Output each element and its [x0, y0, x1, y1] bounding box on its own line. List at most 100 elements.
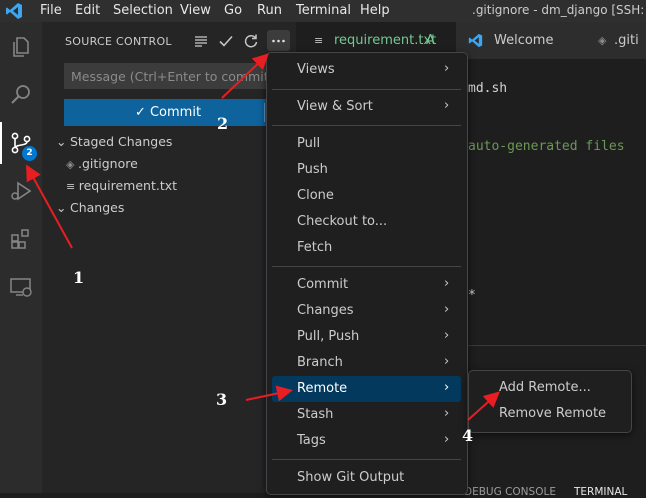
- remote-submenu: Add Remote... Remove Remote: [468, 370, 632, 433]
- source-control-panel: SOURCE CONTROL ✓ Commit ⌄Staged Changes …: [42, 22, 296, 493]
- chevron-right-icon: ›: [444, 380, 450, 395]
- staged-file-requirement[interactable]: ≡ requirement.txt: [66, 178, 177, 198]
- menu-item-label: Push: [297, 162, 328, 177]
- code-line: *: [468, 288, 476, 303]
- menu-item-views[interactable]: Views ›: [272, 57, 461, 83]
- menu-help[interactable]: Help: [360, 3, 390, 18]
- menu-item-label: Checkout to...: [297, 214, 388, 229]
- menu-go[interactable]: Go: [224, 3, 242, 18]
- chevron-right-icon: ›: [444, 302, 450, 317]
- commit-button-divider: [264, 103, 265, 122]
- remote-explorer-icon: [10, 278, 32, 297]
- menu-item-label: Pull: [297, 136, 321, 151]
- chevron-down-icon: ⌄: [56, 200, 67, 215]
- chevron-right-icon: ›: [444, 98, 450, 113]
- view-as-list-icon[interactable]: [192, 32, 210, 50]
- menu-item-checkout[interactable]: Checkout to...: [272, 209, 461, 235]
- tab-label: .giti: [614, 33, 639, 48]
- search-button[interactable]: [0, 74, 42, 116]
- submenu-item-add-remote[interactable]: Add Remote...: [474, 376, 624, 400]
- menu-separator: [272, 89, 461, 90]
- menu-item-branch[interactable]: Branch ›: [272, 350, 461, 376]
- menu-item-label: Add Remote...: [499, 380, 591, 395]
- tab-terminal[interactable]: TERMINAL: [574, 486, 627, 498]
- run-debug-button[interactable]: [0, 170, 42, 212]
- tab-welcome[interactable]: Welcome: [456, 22, 586, 59]
- menu-item-commit[interactable]: Commit ›: [272, 272, 461, 298]
- menu-item-remote[interactable]: Remote ›: [272, 376, 461, 402]
- menu-separator: [272, 459, 461, 460]
- vscode-logo-icon: [6, 3, 22, 19]
- file-name: requirement.txt: [78, 178, 178, 193]
- changes-group[interactable]: ⌄ Changes: [56, 200, 124, 220]
- step-label-4: 4: [462, 426, 474, 445]
- menu-item-changes[interactable]: Changes ›: [272, 298, 461, 324]
- menu-item-label: Fetch: [297, 240, 333, 255]
- commit-check-icon[interactable]: [217, 32, 235, 50]
- chevron-right-icon: ›: [444, 328, 450, 343]
- menu-file[interactable]: File: [40, 3, 62, 18]
- tab-label: Welcome: [494, 33, 554, 48]
- explorer-icon: [13, 37, 29, 57]
- extensions-button[interactable]: [0, 218, 42, 260]
- git-file-icon: ◈: [598, 34, 607, 47]
- menu-item-stash[interactable]: Stash ›: [272, 402, 461, 428]
- menu-item-label: Pull, Push: [297, 329, 360, 344]
- scm-count-badge: 2: [22, 146, 37, 161]
- activity-bar: 2: [0, 22, 42, 493]
- ellipsis-icon: [272, 39, 285, 43]
- step-label-2: 2: [217, 114, 229, 133]
- menu-item-pull[interactable]: Pull: [272, 131, 461, 157]
- remote-explorer-button[interactable]: [0, 266, 42, 308]
- changes-label: Changes: [70, 200, 125, 215]
- panel-title: SOURCE CONTROL: [65, 35, 172, 48]
- search-icon: [11, 85, 30, 104]
- more-actions-button[interactable]: [267, 30, 290, 51]
- tab-debug-console[interactable]: DEBUG CONSOLE: [464, 486, 556, 498]
- chevron-right-icon: ›: [444, 61, 450, 76]
- commit-button[interactable]: ✓ Commit: [64, 99, 272, 126]
- extensions-icon: [11, 229, 29, 249]
- run-debug-icon: [11, 181, 32, 201]
- commit-message-input[interactable]: [64, 63, 296, 89]
- menu-item-label: Commit: [297, 277, 349, 292]
- menu-edit[interactable]: Edit: [75, 3, 100, 18]
- menu-selection[interactable]: Selection: [113, 3, 173, 18]
- refresh-icon[interactable]: [242, 32, 260, 50]
- menu-item-push[interactable]: Push: [272, 157, 461, 183]
- menu-item-show-git-output[interactable]: Show Git Output: [272, 465, 461, 491]
- staged-file-gitignore[interactable]: ◈ .gitignore: [66, 156, 138, 176]
- menu-item-pull-push[interactable]: Pull, Push ›: [272, 324, 461, 350]
- title-bar: File Edit Selection View Go Run Terminal…: [0, 0, 646, 22]
- menu-item-fetch[interactable]: Fetch: [272, 235, 461, 261]
- step-label-3: 3: [216, 390, 228, 409]
- code-line: md.sh: [468, 81, 508, 96]
- chevron-right-icon: ›: [444, 432, 450, 447]
- git-file-icon: ◈: [66, 158, 78, 171]
- menu-item-label: Show Git Output: [297, 470, 405, 485]
- vscode-logo-icon: [468, 33, 483, 48]
- menu-item-label: Tags: [297, 433, 326, 448]
- menu-item-label: Clone: [297, 188, 334, 203]
- chevron-right-icon: ›: [444, 276, 450, 291]
- menu-view[interactable]: View: [180, 3, 211, 18]
- staged-changes-group[interactable]: ⌄ Staged Changes: [56, 134, 172, 154]
- menu-item-clone[interactable]: Clone: [272, 183, 461, 209]
- staged-changes-label: Staged Changes: [70, 134, 173, 149]
- menu-item-label: Views: [297, 62, 335, 77]
- chevron-down-icon: ⌄: [56, 134, 67, 149]
- commit-button-label: Commit: [149, 105, 202, 120]
- menu-terminal[interactable]: Terminal: [296, 3, 351, 18]
- submenu-item-remove-remote[interactable]: Remove Remote: [474, 402, 624, 426]
- source-control-button[interactable]: 2: [0, 122, 42, 164]
- menu-run[interactable]: Run: [257, 3, 282, 18]
- window-title: .gitignore - dm_django [SSH: 192: [472, 3, 646, 17]
- tab-gitignore[interactable]: ◈ .giti: [586, 22, 646, 59]
- explorer-button[interactable]: [0, 26, 42, 68]
- menu-item-tags[interactable]: Tags ›: [272, 428, 461, 454]
- menu-item-label: View & Sort: [297, 99, 373, 114]
- file-name: .gitignore: [77, 156, 138, 171]
- step-label-1: 1: [73, 268, 85, 287]
- menu-separator: [272, 266, 461, 267]
- menu-item-view-sort[interactable]: View & Sort ›: [272, 94, 461, 120]
